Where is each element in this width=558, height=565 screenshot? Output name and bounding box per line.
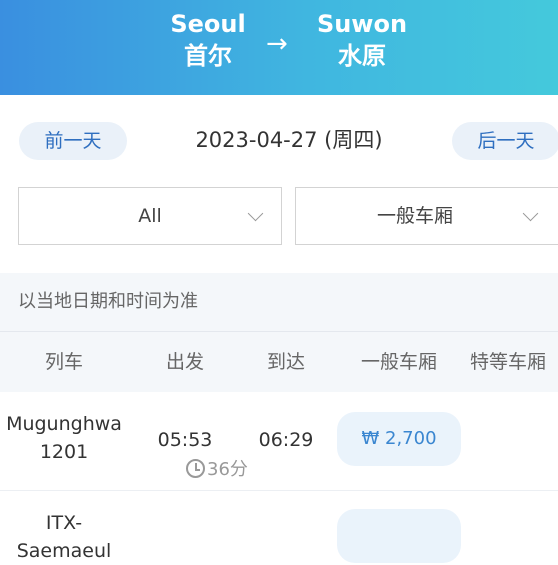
table-row[interactable]: Mugunghwa 1201 05:53 06:29 36分 ₩ 2,700 xyxy=(0,392,558,491)
train-name-line: ITX-Saemaeul xyxy=(16,512,112,562)
destination-name-en: Suwon xyxy=(316,10,408,38)
column-header-departure: 出发 xyxy=(165,351,204,373)
previous-day-button[interactable]: 前一天 xyxy=(19,122,127,160)
timezone-note-text: 以当地日期和时间为准 xyxy=(18,291,198,312)
car-class-select[interactable]: 一般车厢 xyxy=(295,187,558,245)
column-header-train: 列车 xyxy=(44,351,83,373)
origin-name-en: Seoul xyxy=(170,10,246,38)
column-header-standard-class: 一般车厢 xyxy=(360,351,437,373)
duration-text: 36分 xyxy=(207,459,248,480)
destination-station: Suwon 水原 xyxy=(302,8,422,72)
train-number: 1201 xyxy=(39,441,89,463)
selected-date[interactable]: 2023-04-27 (周四) xyxy=(160,120,418,160)
clock-icon xyxy=(186,459,205,478)
column-header-arrival: 到达 xyxy=(266,351,305,373)
car-class-value: 一般车厢 xyxy=(376,205,453,227)
date-navigation: 前一天 2023-04-27 (周四) 后一天 xyxy=(0,120,558,162)
standard-price-button[interactable]: ₩ 2,700 xyxy=(337,412,461,466)
duration: 36分 xyxy=(186,458,248,482)
timezone-note: 以当地日期和时间为准 xyxy=(0,273,558,331)
origin-name-zh: 首尔 xyxy=(184,42,232,70)
arrow-right-icon: → xyxy=(266,29,288,59)
train-type-select[interactable]: All xyxy=(18,187,282,245)
destination-name-zh: 水原 xyxy=(338,42,386,70)
standard-price-button[interactable] xyxy=(337,509,461,563)
chevron-down-icon xyxy=(247,205,264,222)
origin-station: Seoul 首尔 xyxy=(148,8,268,72)
table-row[interactable]: ITX-Saemaeul xyxy=(0,491,558,563)
arrival-time: 06:29 xyxy=(258,429,314,451)
train-name-line: Mugunghwa xyxy=(6,413,122,435)
train-type-value: All xyxy=(138,205,162,227)
train-name: ITX-Saemaeul xyxy=(0,509,128,565)
table-header: 列车 出发 到达 一般车厢 特等车厢 xyxy=(0,331,558,392)
route-header: Seoul 首尔 → Suwon 水原 xyxy=(0,0,558,95)
departure-time: 05:53 xyxy=(157,429,213,451)
column-header-first-class: 特等车厢 xyxy=(470,351,547,373)
next-day-button[interactable]: 后一天 xyxy=(452,122,558,160)
train-name: Mugunghwa 1201 xyxy=(0,410,128,466)
